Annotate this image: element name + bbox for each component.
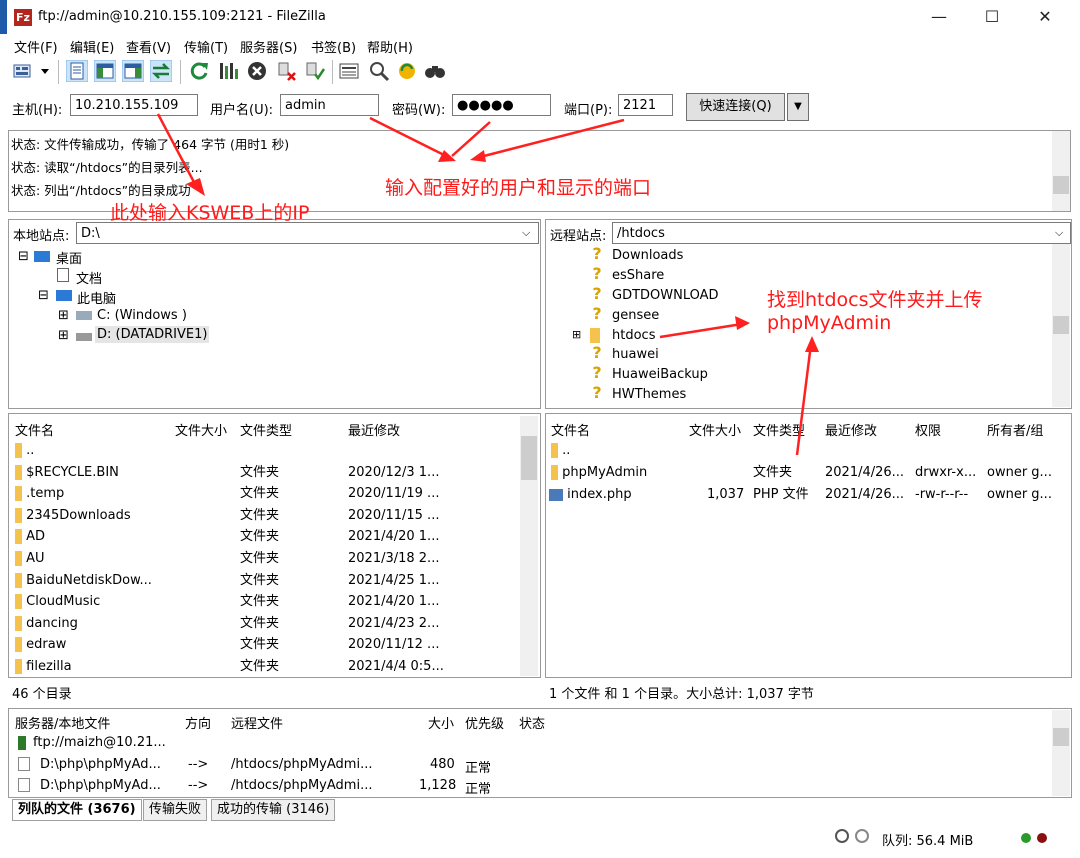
annotation-htdocs-note-1: 找到htdocs文件夹并上传 <box>767 289 983 311</box>
annotation-arrows <box>156 113 819 456</box>
annotation-user-port-note: 输入配置好的用户和显示的端口 <box>385 177 652 199</box>
annotation-htdocs-note-2: phpMyAdmin <box>767 312 892 334</box>
annotation-host-note: 此处输入KSWEB上的IP <box>110 202 310 224</box>
